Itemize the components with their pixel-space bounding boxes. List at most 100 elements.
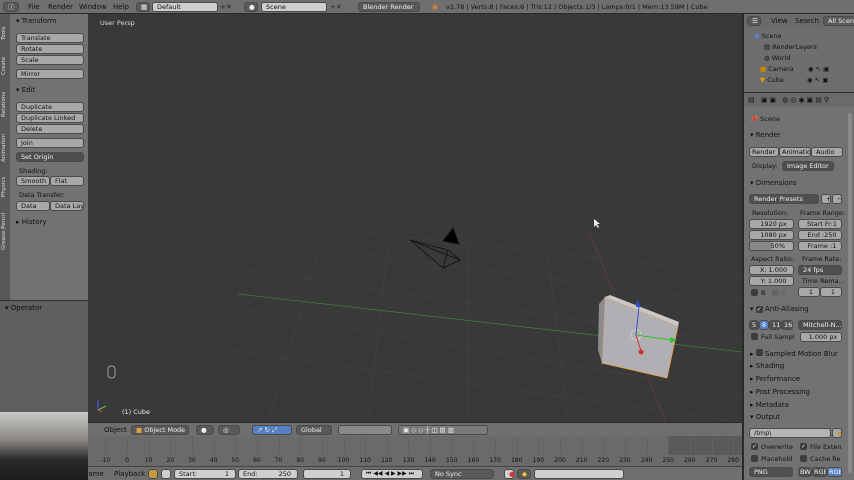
aa-filter-select[interactable]: Mitchell-N...	[798, 320, 842, 330]
rotate-button[interactable]: Rotate	[16, 44, 84, 54]
resolution-percentage-slider[interactable]: 50%	[749, 241, 794, 251]
tab-tools[interactable]: Tools	[1, 18, 9, 48]
dimensions-panel-header[interactable]: ▾ Dimensions	[750, 179, 797, 187]
border-checkbox[interactable]	[751, 289, 758, 296]
end-frame-field[interactable]: End: 250	[238, 469, 298, 479]
render-panel-header[interactable]: ▾ Render	[750, 131, 781, 139]
outliner-item-cube[interactable]: ▼ Cube ◉ ↖ ▣	[760, 76, 828, 84]
motion-blur-checkbox[interactable]	[755, 349, 763, 356]
time-remap-new-field[interactable]: 1	[820, 287, 842, 297]
current-frame-field[interactable]: 1	[303, 469, 351, 479]
performance-panel-header[interactable]: ▸ Performance	[750, 375, 800, 383]
outliner-item-renderlayers[interactable]: ▤ RenderLayers	[764, 43, 817, 51]
tab-grease-pencil[interactable]: Grease Pencil	[1, 206, 9, 256]
post-processing-panel-header[interactable]: ▸ Post Processing	[750, 388, 810, 396]
tab-physics[interactable]: Physics	[1, 172, 9, 202]
menu-search[interactable]: Search	[795, 17, 819, 25]
cache-result-checkbox[interactable]	[800, 455, 807, 462]
transform-panel-header[interactable]: ▾ Transform	[16, 17, 57, 25]
outliner-item-scene[interactable]: ● Scene	[754, 32, 782, 40]
screen-layout-field[interactable]: Default	[152, 2, 218, 12]
keying-icon[interactable]: ◆	[517, 469, 531, 479]
sync-select[interactable]: No Sync	[430, 469, 494, 479]
outliner-item-world[interactable]: ◍ World	[764, 54, 790, 62]
layers-grid[interactable]	[338, 425, 392, 435]
file-format-select[interactable]: PNG	[749, 467, 793, 477]
time-remap-old-field[interactable]: 1	[798, 287, 820, 297]
manipulator-toggle[interactable]: ↗ ↻ ⤢	[252, 425, 292, 435]
aa-samples-16[interactable]: 16	[781, 320, 793, 330]
aa-samples-5[interactable]: 5	[749, 320, 759, 330]
display-mode-select[interactable]: All Scenes	[823, 16, 854, 26]
anti-aliasing-panel-header[interactable]: ▾ ✓ Anti-Aliasing	[750, 305, 809, 313]
preview-range-toggle[interactable]	[148, 469, 158, 479]
add-preset-button[interactable]: +	[821, 194, 831, 204]
history-panel-header[interactable]: ▸ History	[16, 218, 47, 226]
frame-start-field[interactable]: Start Fr:1	[798, 219, 842, 229]
remove-preset-button[interactable]: −	[832, 194, 842, 204]
mirror-button[interactable]: Mirror	[16, 69, 84, 79]
filter-size-field[interactable]: 1.000 px	[800, 332, 842, 342]
menu-help[interactable]: Help	[113, 3, 129, 11]
menu-file[interactable]: File	[28, 3, 40, 11]
edit-panel-header[interactable]: ▾ Edit	[16, 86, 35, 94]
scale-button[interactable]: Scale	[16, 55, 84, 65]
add-scene-icon[interactable]: +✕	[330, 3, 342, 11]
render-presets-select[interactable]: Render Presets	[749, 194, 819, 204]
smooth-button[interactable]: Smooth	[16, 176, 50, 186]
translate-button[interactable]: Translate	[16, 33, 84, 43]
join-button[interactable]: Join	[16, 138, 84, 148]
duplicate-linked-button[interactable]: Duplicate Linked	[16, 113, 84, 123]
frame-step-field[interactable]: Frame :1	[798, 241, 842, 251]
shading-panel-header[interactable]: ▸ Shading	[750, 362, 784, 370]
aspect-x-field[interactable]: X: 1.000	[749, 265, 794, 275]
record-button[interactable]: ●	[504, 469, 515, 479]
start-frame-field[interactable]: Start: 1	[174, 469, 236, 479]
color-rgba-button[interactable]: RGBA	[827, 467, 842, 477]
menu-render[interactable]: Render	[48, 3, 73, 11]
menu-playback[interactable]: Playback	[114, 470, 145, 478]
playback-controls[interactable]: ⏮ ◀◀ ◀ ▶ ▶▶ ⏭	[361, 469, 423, 479]
aa-samples-8[interactable]: 8	[759, 320, 769, 330]
set-origin-select[interactable]: Set Origin	[16, 152, 84, 162]
data-button[interactable]: Data	[16, 201, 50, 211]
output-path-field[interactable]: /tmp\	[749, 428, 831, 438]
outliner-item-camera[interactable]: ■ Camera ◉ ↖ ▣	[760, 65, 829, 73]
crop-checkbox[interactable]	[772, 289, 779, 296]
overwrite-checkbox[interactable]: ✓	[751, 443, 758, 450]
menu-object[interactable]: Object	[104, 426, 127, 434]
snap-tools[interactable]: ▣ ◇ ◇ ┼ ◫ ▤ ▥	[398, 425, 488, 435]
animation-button[interactable]: Animation	[779, 147, 811, 157]
duplicate-button[interactable]: Duplicate	[16, 102, 84, 112]
mode-select[interactable]: ■ Object Mode	[131, 425, 189, 435]
render-engine-select[interactable]: Blender Render	[358, 2, 420, 12]
tab-animation[interactable]: Animation	[1, 128, 9, 168]
anti-aliasing-checkbox[interactable]: ✓	[755, 306, 763, 313]
full-sample-checkbox[interactable]	[751, 333, 758, 340]
shading-select[interactable]: ●	[196, 425, 214, 435]
resolution-x-field[interactable]: 1920 px	[749, 219, 794, 229]
folder-icon[interactable]: ▰	[832, 428, 842, 438]
editor-type-button[interactable]: ⓘ	[3, 2, 19, 12]
menu-view[interactable]: View	[771, 17, 788, 25]
tab-relations[interactable]: Relations	[1, 84, 9, 124]
3d-viewport[interactable]: User Persp (1) Cube	[88, 14, 742, 422]
editor-type-button[interactable]: ☰	[747, 16, 761, 26]
scene-field[interactable]: Scene	[261, 2, 327, 12]
aa-samples-11[interactable]: 11	[769, 320, 781, 330]
delete-button[interactable]: Delete	[16, 124, 84, 134]
aspect-y-field[interactable]: Y: 1.000	[749, 276, 794, 286]
properties-tabs[interactable]: ▤ ▣▣ ◍◎◉▣▤⚲	[744, 93, 854, 107]
lock-icon[interactable]	[161, 469, 171, 479]
display-select[interactable]: Image Editor	[782, 161, 834, 171]
data-layout-button[interactable]: Data Lay	[50, 201, 84, 211]
audio-button[interactable]: Audio	[811, 147, 843, 157]
sampled-motion-blur-panel-header[interactable]: ▸ Sampled Motion Blur	[750, 349, 838, 358]
color-bw-button[interactable]: BW	[798, 467, 812, 477]
operator-panel-header[interactable]: ▾ Operator	[5, 304, 42, 312]
menu-window[interactable]: Window	[79, 3, 107, 11]
resolution-y-field[interactable]: 1080 px	[749, 230, 794, 240]
frame-ruler[interactable]: -10 0 10 20 30 40 50 60 70 80 90 100 110 120 130 140 150…	[88, 436, 742, 466]
screen-layout-icon[interactable]: ▦	[136, 2, 150, 12]
scene-icon[interactable]: ●	[244, 2, 258, 12]
